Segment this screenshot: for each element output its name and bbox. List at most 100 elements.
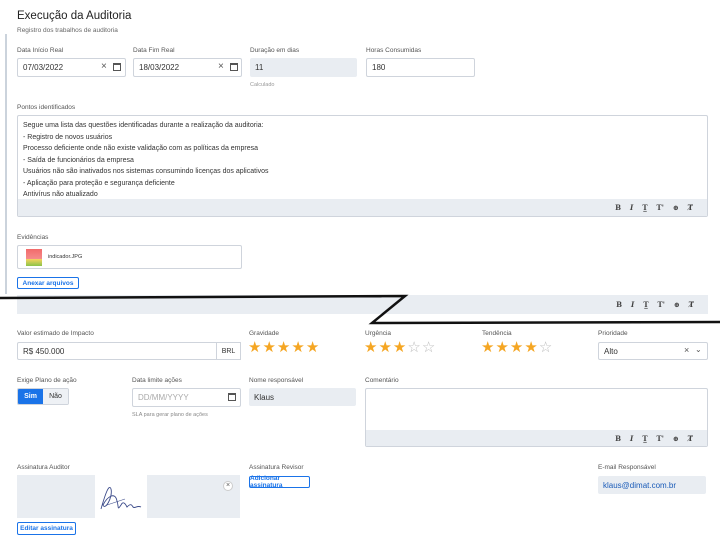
star-icon[interactable]: ★: [291, 340, 304, 355]
remove-format-button[interactable]: T̸: [688, 203, 693, 212]
link-icon[interactable]: ⊕: [673, 434, 679, 443]
signature-image: [95, 475, 147, 518]
star-icon[interactable]: ★: [524, 340, 537, 355]
remove-format-button[interactable]: T̸: [688, 434, 693, 443]
clear-format-button[interactable]: T̲: [642, 434, 647, 443]
auditor-signature-box: ×: [17, 475, 240, 518]
star-icon[interactable]: ★: [378, 340, 391, 355]
star-icon[interactable]: ☆: [422, 340, 435, 355]
comment-label: Comentário: [365, 377, 399, 384]
start-date-input[interactable]: 07/03/2022: [17, 58, 126, 77]
page-subtitle: Registro dos trabalhos de auditoria: [17, 27, 118, 34]
action-deadline-label: Data limite ações: [132, 377, 182, 384]
hours-input[interactable]: 180: [366, 58, 475, 77]
cut-separator-line: [0, 294, 720, 325]
chevron-down-icon[interactable]: ⌄: [695, 345, 702, 354]
font-size-button[interactable]: T': [657, 203, 664, 212]
file-name: indicador.JPG: [48, 254, 83, 260]
calendar-icon[interactable]: [230, 63, 238, 71]
urgency-rating[interactable]: ★ ★ ★ ☆ ☆: [364, 340, 435, 355]
start-date-label: Data Início Real: [17, 47, 64, 54]
points-line: - Saída de funcionários da empresa: [23, 156, 134, 164]
attach-files-button[interactable]: Anexar arquivos: [17, 277, 79, 289]
points-label: Pontos identificados: [17, 104, 76, 111]
font-size-button[interactable]: T': [657, 434, 664, 443]
calendar-icon[interactable]: [228, 393, 236, 401]
bold-button[interactable]: B: [615, 203, 621, 212]
yes-option[interactable]: Sim: [18, 389, 43, 404]
impact-value-input[interactable]: R$ 450.000: [17, 342, 241, 360]
italic-button[interactable]: I: [630, 203, 633, 212]
star-icon[interactable]: ★: [306, 340, 319, 355]
star-icon[interactable]: ★: [277, 340, 290, 355]
action-plan-label: Exige Plano de ação: [17, 377, 77, 384]
star-icon[interactable]: ☆: [407, 340, 420, 355]
star-icon[interactable]: ★: [262, 340, 275, 355]
star-icon[interactable]: ★: [364, 340, 377, 355]
bold-button[interactable]: B: [615, 434, 621, 443]
evidence-file-card[interactable]: indicador.JPG: [17, 245, 242, 269]
points-line: Processo deficiente onde não existe vali…: [23, 145, 259, 152]
clear-end-date-icon[interactable]: ×: [218, 61, 224, 72]
action-deadline-placeholder: DD/MM/YYYY: [138, 393, 189, 402]
points-text: Segue uma lista das questões identificad…: [23, 120, 269, 201]
auditor-signature-label: Assinatura Auditor: [17, 464, 70, 471]
points-line: - Aplicação para proteção e segurança de…: [23, 179, 175, 187]
clear-start-date-icon[interactable]: ×: [101, 61, 107, 72]
star-icon[interactable]: ★: [248, 340, 261, 355]
end-date-input[interactable]: 18/03/2022: [133, 58, 242, 77]
duration-value: 11: [255, 63, 264, 72]
clear-priority-icon[interactable]: ×: [684, 345, 689, 355]
responsible-email-value: klaus@dimat.com.br: [603, 480, 677, 490]
currency-addon: BRL: [216, 342, 241, 360]
end-date-label: Data Fim Real: [133, 47, 175, 54]
responsible-name-value: Klaus: [254, 392, 275, 402]
priority-value: Alto: [604, 346, 618, 356]
responsible-name-field: Klaus: [249, 388, 356, 406]
points-line: Segue uma lista das questões identificad…: [23, 122, 264, 129]
gravity-rating[interactable]: ★ ★ ★ ★ ★: [248, 340, 319, 355]
start-date-value: 07/03/2022: [23, 63, 64, 72]
file-thumbnail: [26, 249, 42, 266]
star-icon[interactable]: ★: [481, 340, 494, 355]
comment-toolbar: B I T̲ T' ⊕ T̸: [366, 430, 707, 446]
left-accent-bar: [5, 34, 7, 294]
trend-label: Tendência: [482, 330, 512, 337]
gravity-label: Gravidade: [249, 330, 279, 337]
points-toolbar: B I T̲ T' ⊕ T̸: [18, 199, 707, 216]
action-deadline-input[interactable]: DD/MM/YYYY: [132, 388, 241, 407]
end-date-value: 18/03/2022: [139, 63, 180, 72]
action-deadline-hint: SLA para gerar plano de ações: [132, 412, 208, 418]
remove-signature-icon[interactable]: ×: [223, 481, 233, 491]
currency-label: BRL: [221, 347, 236, 355]
clear-format-button[interactable]: T̲: [642, 203, 647, 212]
evidence-label: Evidências: [17, 234, 49, 241]
duration-hint: Calculado: [250, 82, 275, 88]
responsible-name-label: Nome responsável: [249, 377, 304, 384]
duration-label: Duração em dias: [250, 47, 300, 54]
trend-rating[interactable]: ★ ★ ★ ★ ☆: [481, 340, 552, 355]
add-signature-button[interactable]: Adicionar assinatura: [249, 475, 310, 489]
calendar-icon[interactable]: [113, 63, 121, 71]
page-title: Execução da Auditoria: [17, 10, 132, 22]
duration-field: 11: [250, 58, 357, 77]
urgency-label: Urgência: [365, 330, 392, 337]
no-option[interactable]: Não: [43, 389, 68, 404]
points-line: Usuários não são inativados nos sistemas…: [23, 168, 269, 175]
star-icon[interactable]: ★: [393, 340, 406, 355]
action-plan-toggle[interactable]: Sim Não: [17, 388, 69, 405]
priority-select[interactable]: Alto: [598, 342, 708, 360]
responsible-email-label: E-mail Responsável: [598, 464, 656, 471]
points-line: - Registro de novos usuários: [23, 133, 113, 141]
link-icon[interactable]: ⊕: [673, 203, 679, 212]
priority-label: Prioridade: [598, 330, 628, 337]
star-icon[interactable]: ★: [510, 340, 523, 355]
hours-label: Horas Consumidas: [366, 47, 422, 54]
edit-signature-button[interactable]: Editar assinatura: [17, 522, 76, 535]
hours-value: 180: [372, 63, 386, 72]
impact-value: R$ 450.000: [23, 346, 65, 356]
italic-button[interactable]: I: [630, 434, 633, 443]
star-icon[interactable]: ★: [495, 340, 508, 355]
star-icon[interactable]: ☆: [539, 340, 552, 355]
responsible-email-field: klaus@dimat.com.br: [598, 476, 706, 494]
